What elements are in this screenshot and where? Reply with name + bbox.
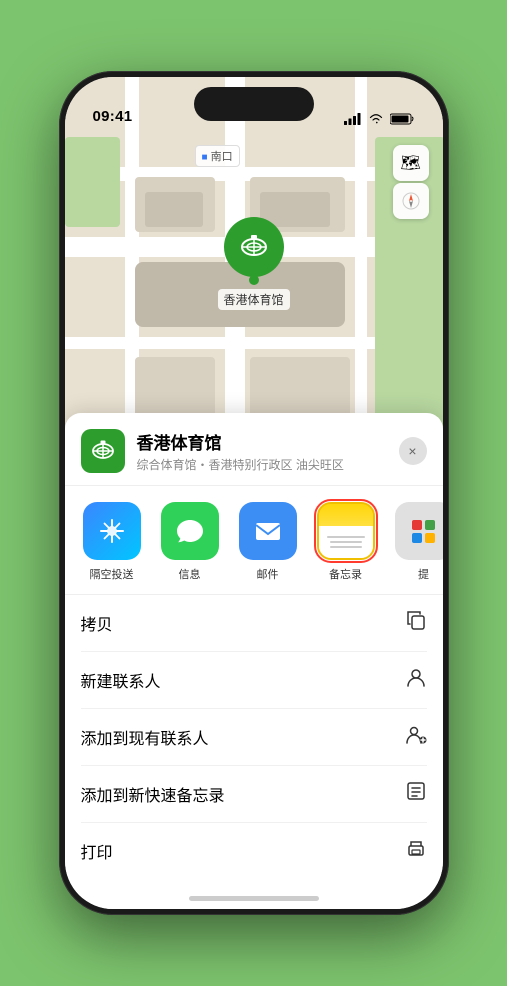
- copy-icon: [405, 609, 427, 637]
- home-indicator: [189, 896, 319, 901]
- share-item-mail[interactable]: 邮件: [233, 502, 303, 582]
- venue-subtitle: 综合体育馆・香港特别行政区 油尖旺区: [137, 456, 399, 473]
- action-list: 拷贝 新建联系人: [65, 595, 443, 879]
- mail-label: 邮件: [257, 566, 279, 582]
- more-icon: [395, 502, 443, 560]
- more-label: 提: [418, 566, 429, 582]
- mail-icon: [239, 502, 297, 560]
- share-item-messages[interactable]: 信息: [155, 502, 225, 582]
- dynamic-island: [194, 87, 314, 121]
- print-icon: [405, 837, 427, 865]
- pin-label: 香港体育馆: [217, 289, 289, 310]
- venue-logo: [89, 437, 117, 465]
- share-row: 隔空投送 信息: [65, 486, 443, 595]
- status-icons: [344, 113, 415, 125]
- map-controls: 🗺: [393, 145, 429, 219]
- action-new-contact[interactable]: 新建联系人: [81, 652, 427, 709]
- messages-label: 信息: [179, 566, 201, 582]
- action-print-label: 打印: [81, 839, 113, 863]
- pin-circle: [223, 217, 283, 277]
- compass-button[interactable]: [393, 183, 429, 219]
- location-pin: 香港体育馆: [217, 217, 289, 310]
- battery-icon: [390, 113, 415, 125]
- phone-frame: 09:41: [59, 71, 449, 915]
- action-new-contact-label: 新建联系人: [81, 668, 161, 692]
- new-contact-icon: [405, 666, 427, 694]
- action-add-quick[interactable]: 添加到新快速备忘录: [81, 766, 427, 823]
- airdrop-icon: [83, 502, 141, 560]
- action-copy-label: 拷贝: [81, 611, 113, 635]
- status-time: 09:41: [93, 108, 133, 125]
- map-type-button[interactable]: 🗺: [393, 145, 429, 181]
- notes-label: 备忘录: [329, 566, 362, 582]
- share-item-notes[interactable]: 备忘录: [311, 502, 381, 582]
- share-item-airdrop[interactable]: 隔空投送: [77, 502, 147, 582]
- share-item-more[interactable]: 提: [389, 502, 443, 582]
- signal-icon: [344, 113, 362, 125]
- action-copy[interactable]: 拷贝: [81, 595, 427, 652]
- venue-header: 香港体育馆 综合体育馆・香港特别行政区 油尖旺区 ×: [65, 413, 443, 486]
- phone-screen: 09:41: [65, 77, 443, 909]
- action-add-existing[interactable]: 添加到现有联系人: [81, 709, 427, 766]
- messages-icon: [161, 502, 219, 560]
- action-add-existing-label: 添加到现有联系人: [81, 725, 209, 749]
- venue-name: 香港体育馆: [137, 429, 399, 454]
- close-button[interactable]: ×: [399, 437, 427, 465]
- memo-icon: [405, 780, 427, 808]
- notes-icon: [317, 502, 375, 560]
- venue-info: 香港体育馆 综合体育馆・香港特别行政区 油尖旺区: [137, 429, 399, 473]
- airdrop-label: 隔空投送: [90, 566, 134, 582]
- bottom-sheet: 香港体育馆 综合体育馆・香港特别行政区 油尖旺区 ×: [65, 413, 443, 909]
- wifi-icon: [368, 113, 384, 125]
- action-add-quick-label: 添加到新快速备忘录: [81, 782, 225, 806]
- add-existing-icon: [405, 723, 427, 751]
- action-print[interactable]: 打印: [81, 823, 427, 879]
- map-label: ■ 南口: [195, 145, 240, 167]
- venue-icon: [81, 429, 125, 473]
- stadium-icon: [236, 230, 270, 264]
